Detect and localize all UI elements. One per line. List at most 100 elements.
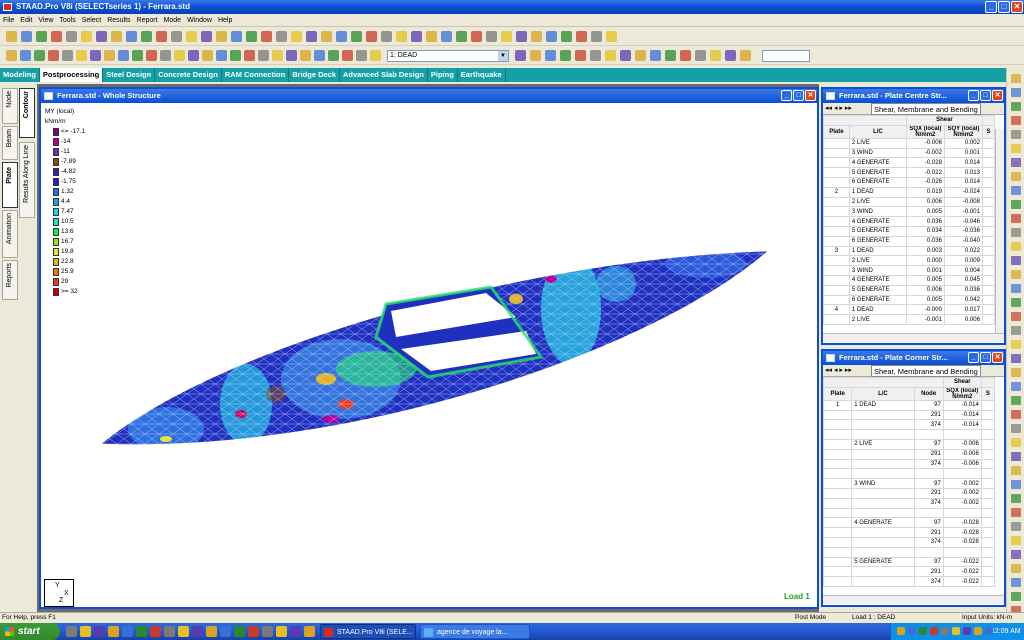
table-row[interactable]: 41 DEAD -0.000 0.017 bbox=[823, 304, 996, 316]
toolbar-tool-icon[interactable] bbox=[441, 31, 452, 42]
table-cell[interactable] bbox=[823, 137, 850, 149]
table-cell[interactable] bbox=[851, 546, 915, 558]
tab-scroll-arrows[interactable]: ◂◂ ◂ ▸ ▸▸ bbox=[825, 104, 852, 112]
tool-icon[interactable] bbox=[1011, 340, 1021, 349]
table-cell[interactable]: 4 GENERATE bbox=[851, 517, 915, 529]
table-cell[interactable]: 0.034 bbox=[905, 225, 945, 237]
plate-corner-stress-window[interactable]: Ferrara.std - Plate Corner Str... _ □ ✕ … bbox=[821, 349, 1006, 607]
table-cell[interactable]: 1 DEAD bbox=[848, 186, 907, 198]
toolbar-tool-icon[interactable] bbox=[635, 50, 646, 61]
menu-edit[interactable]: Edit bbox=[17, 14, 35, 27]
toolbar-tool-icon[interactable] bbox=[230, 50, 241, 61]
table-cell[interactable] bbox=[980, 527, 996, 538]
table-cell[interactable]: 6 GENERATE bbox=[848, 176, 907, 188]
tool-icon[interactable] bbox=[1011, 452, 1021, 461]
table-row[interactable]: 5 GENERATE 0.034 -0.036 bbox=[823, 225, 996, 237]
corner-horizontal-scrollbar[interactable] bbox=[823, 595, 1004, 604]
tool-icon[interactable] bbox=[1011, 102, 1021, 111]
table-cell[interactable]: 3 WIND bbox=[848, 147, 907, 159]
table-row[interactable]: 4 GENERATE 0.005 0.045 bbox=[823, 274, 996, 286]
toolbar-tool-icon[interactable] bbox=[561, 31, 572, 42]
table-cell[interactable]: 0.005 bbox=[905, 274, 945, 286]
table-cell[interactable] bbox=[981, 304, 996, 316]
toolbar-tool-icon[interactable] bbox=[160, 50, 171, 61]
table-cell[interactable]: -0.028 bbox=[942, 517, 982, 529]
table-cell[interactable] bbox=[851, 527, 915, 538]
quick-launch-icon[interactable] bbox=[80, 626, 91, 637]
toolbar-tool-icon[interactable] bbox=[96, 31, 107, 42]
table-row[interactable]: 6 GENERATE 0.005 0.042 bbox=[823, 294, 996, 306]
table-cell[interactable]: 3 WIND bbox=[848, 265, 907, 276]
table-cell[interactable]: -0.000 bbox=[905, 304, 945, 316]
table-cell[interactable]: 4 GENERATE bbox=[848, 216, 907, 227]
tray-icon[interactable] bbox=[963, 627, 971, 635]
table-cell[interactable] bbox=[823, 294, 850, 306]
table-cell[interactable]: 4 bbox=[823, 304, 850, 316]
table-cell[interactable] bbox=[980, 507, 996, 519]
centre-minimize-button[interactable]: _ bbox=[968, 90, 979, 101]
quick-launch-icon[interactable] bbox=[164, 626, 175, 637]
toolbar-tool-icon[interactable] bbox=[650, 50, 661, 61]
table-cell[interactable]: 2 LIVE bbox=[848, 196, 907, 208]
table-cell[interactable]: 0.000 bbox=[905, 255, 945, 267]
tool-icon[interactable] bbox=[1011, 214, 1021, 223]
toolbar-tool-icon[interactable] bbox=[545, 50, 556, 61]
table-cell[interactable]: 0.004 bbox=[943, 265, 983, 276]
tool-icon[interactable] bbox=[1011, 564, 1021, 573]
toolbar-tool-icon[interactable] bbox=[306, 31, 317, 42]
toolbar-tool-icon[interactable] bbox=[710, 50, 721, 61]
quick-launch-icon[interactable] bbox=[108, 626, 119, 637]
table-cell[interactable]: 0.036 bbox=[905, 235, 945, 247]
menu-select[interactable]: Select bbox=[79, 14, 104, 27]
table-cell[interactable] bbox=[980, 409, 996, 421]
table-cell[interactable]: -0.046 bbox=[943, 216, 983, 227]
tool-icon[interactable] bbox=[1011, 74, 1021, 83]
table-cell[interactable]: 5 GENERATE bbox=[848, 225, 907, 237]
table-cell[interactable] bbox=[980, 566, 996, 578]
toolbar-tool-icon[interactable] bbox=[6, 50, 17, 61]
tool-icon[interactable] bbox=[1011, 298, 1021, 307]
tray-icon[interactable] bbox=[952, 627, 960, 635]
table-cell[interactable]: 97 bbox=[913, 478, 944, 489]
tool-icon[interactable] bbox=[1011, 592, 1021, 601]
table-cell[interactable] bbox=[981, 216, 996, 227]
table-cell[interactable]: 0.013 bbox=[943, 167, 983, 178]
table-cell[interactable] bbox=[823, 147, 850, 159]
table-cell[interactable]: -0.022 bbox=[942, 566, 982, 578]
clock[interactable]: 12:09 AM bbox=[991, 623, 1021, 640]
table-cell[interactable]: -0.028 bbox=[905, 157, 945, 169]
toolbar-tool-icon[interactable] bbox=[291, 31, 302, 42]
table-cell[interactable]: 0.014 bbox=[943, 157, 983, 169]
table-cell[interactable] bbox=[942, 468, 982, 480]
table-cell[interactable]: 97 bbox=[913, 517, 944, 529]
table-cell[interactable]: 0.006 bbox=[943, 314, 983, 325]
tab-piping[interactable]: Piping bbox=[428, 68, 458, 82]
table-cell[interactable] bbox=[851, 507, 915, 519]
table-cell[interactable]: 5 GENERATE bbox=[848, 167, 907, 178]
table-cell[interactable] bbox=[913, 507, 944, 519]
table-cell[interactable] bbox=[822, 448, 853, 460]
tray-icon[interactable] bbox=[974, 627, 982, 635]
table-cell[interactable] bbox=[822, 566, 853, 578]
table-cell[interactable] bbox=[823, 196, 850, 208]
toolbar-tool-icon[interactable] bbox=[321, 31, 332, 42]
toolbar-tool-icon[interactable] bbox=[680, 50, 691, 61]
table-cell[interactable] bbox=[823, 284, 850, 296]
table-cell[interactable] bbox=[823, 216, 850, 227]
table-cell[interactable]: -0.002 bbox=[905, 147, 945, 159]
toolbar-tool-icon[interactable] bbox=[132, 50, 143, 61]
table-row[interactable]: 291 -0.006 bbox=[822, 448, 996, 460]
table-cell[interactable] bbox=[980, 399, 996, 411]
toolbar-tool-icon[interactable] bbox=[146, 50, 157, 61]
table-row[interactable]: 5 GENERATE 0.006 0.036 bbox=[823, 284, 996, 296]
toolbar-tool-icon[interactable] bbox=[201, 31, 212, 42]
corner-close-button[interactable]: ✕ bbox=[992, 352, 1003, 363]
table-cell[interactable] bbox=[981, 294, 996, 306]
table-cell[interactable]: 0.006 bbox=[905, 284, 945, 296]
table-cell[interactable]: 1 bbox=[822, 399, 853, 411]
tool-icon[interactable] bbox=[1011, 522, 1021, 531]
table-row[interactable] bbox=[822, 507, 996, 519]
toolbar-tool-icon[interactable] bbox=[370, 50, 381, 61]
toolbar-tool-icon[interactable] bbox=[740, 50, 751, 61]
toolbar-tool-icon[interactable] bbox=[516, 31, 527, 42]
